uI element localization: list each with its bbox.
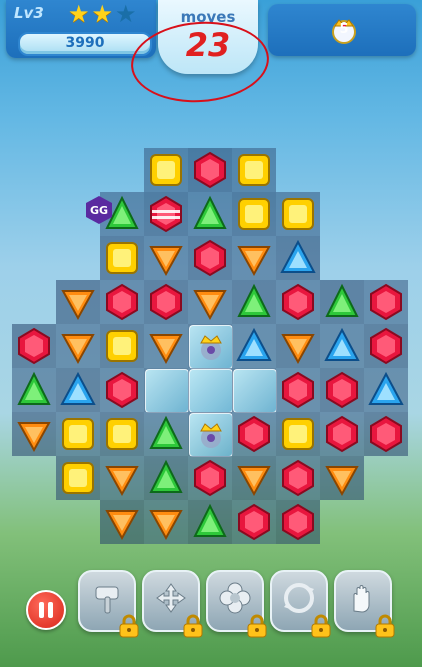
green-gem[interactable] — [12, 368, 56, 412]
orange-gem[interactable] — [100, 456, 144, 500]
yellow-gem[interactable] — [100, 412, 144, 456]
pause-icon — [39, 602, 44, 618]
ice-block[interactable] — [189, 325, 233, 369]
green-gem[interactable] — [188, 192, 232, 236]
ice-block[interactable] — [189, 369, 233, 413]
red-gem[interactable] — [320, 368, 364, 412]
orange-gem[interactable] — [144, 236, 188, 280]
red-gem[interactable] — [188, 236, 232, 280]
yellow-gem[interactable] — [56, 456, 100, 500]
red-gem[interactable] — [364, 324, 408, 368]
pause-button[interactable] — [26, 590, 66, 630]
orange-gem[interactable] — [144, 500, 188, 544]
orange-gem[interactable] — [232, 456, 276, 500]
yellow-gem[interactable] — [100, 324, 144, 368]
crown-icon — [200, 423, 222, 448]
glove-booster[interactable] — [334, 570, 395, 638]
pause-icon — [48, 602, 53, 618]
cross-arrows-icon — [156, 583, 186, 613]
red-striped-gem[interactable] — [144, 192, 188, 236]
yellow-gem[interactable] — [232, 192, 276, 236]
orange-gem[interactable] — [100, 500, 144, 544]
blue-gem[interactable] — [320, 324, 364, 368]
orange-gem[interactable] — [232, 236, 276, 280]
lock-icon — [311, 614, 331, 638]
flower-icon — [219, 582, 251, 614]
red-gem[interactable] — [232, 500, 276, 544]
ice-block[interactable] — [189, 413, 233, 457]
lock-icon — [119, 614, 139, 638]
red-gem[interactable] — [364, 280, 408, 324]
red-gem[interactable] — [188, 456, 232, 500]
crown-icon — [200, 335, 222, 360]
red-gem[interactable] — [100, 368, 144, 412]
lock-icon — [183, 614, 203, 638]
red-gem[interactable] — [276, 500, 320, 544]
red-gem[interactable] — [276, 456, 320, 500]
blue-gem[interactable] — [232, 324, 276, 368]
green-gem[interactable] — [232, 280, 276, 324]
shuffle-booster[interactable] — [270, 570, 331, 638]
orange-gem[interactable] — [276, 324, 320, 368]
orange-gem[interactable] — [320, 456, 364, 500]
blue-gem[interactable] — [276, 236, 320, 280]
ice-block[interactable] — [145, 369, 189, 413]
shuffle-icon — [284, 583, 314, 613]
orange-gem[interactable] — [12, 412, 56, 456]
booster-bar — [0, 560, 422, 667]
red-gem[interactable] — [144, 280, 188, 324]
orange-gem[interactable] — [144, 324, 188, 368]
blue-gem[interactable] — [56, 368, 100, 412]
red-gem[interactable] — [364, 412, 408, 456]
lock-icon — [247, 614, 267, 638]
yellow-gem[interactable] — [144, 148, 188, 192]
orange-gem[interactable] — [188, 280, 232, 324]
glove-icon — [353, 585, 370, 613]
lock-icon — [375, 614, 395, 638]
yellow-gem[interactable] — [276, 192, 320, 236]
red-gem[interactable] — [188, 148, 232, 192]
red-gem[interactable] — [276, 280, 320, 324]
yellow-gem[interactable] — [232, 148, 276, 192]
red-gem[interactable] — [232, 412, 276, 456]
green-gem[interactable] — [144, 456, 188, 500]
red-gem[interactable] — [320, 412, 364, 456]
flower-booster[interactable] — [206, 570, 267, 638]
red-gem[interactable] — [100, 280, 144, 324]
green-gem[interactable] — [188, 500, 232, 544]
hammer-icon — [95, 586, 119, 614]
orange-gem[interactable] — [56, 280, 100, 324]
yellow-gem[interactable] — [100, 236, 144, 280]
yellow-gem[interactable] — [56, 412, 100, 456]
yellow-gem[interactable] — [276, 412, 320, 456]
red-gem[interactable] — [12, 324, 56, 368]
red-gem[interactable] — [276, 368, 320, 412]
green-gem[interactable] — [144, 412, 188, 456]
ice-block[interactable] — [233, 369, 277, 413]
blue-gem[interactable] — [364, 368, 408, 412]
hammer-booster[interactable] — [78, 570, 139, 638]
orange-gem[interactable] — [56, 324, 100, 368]
cross-booster[interactable] — [142, 570, 203, 638]
green-gem[interactable] — [320, 280, 364, 324]
